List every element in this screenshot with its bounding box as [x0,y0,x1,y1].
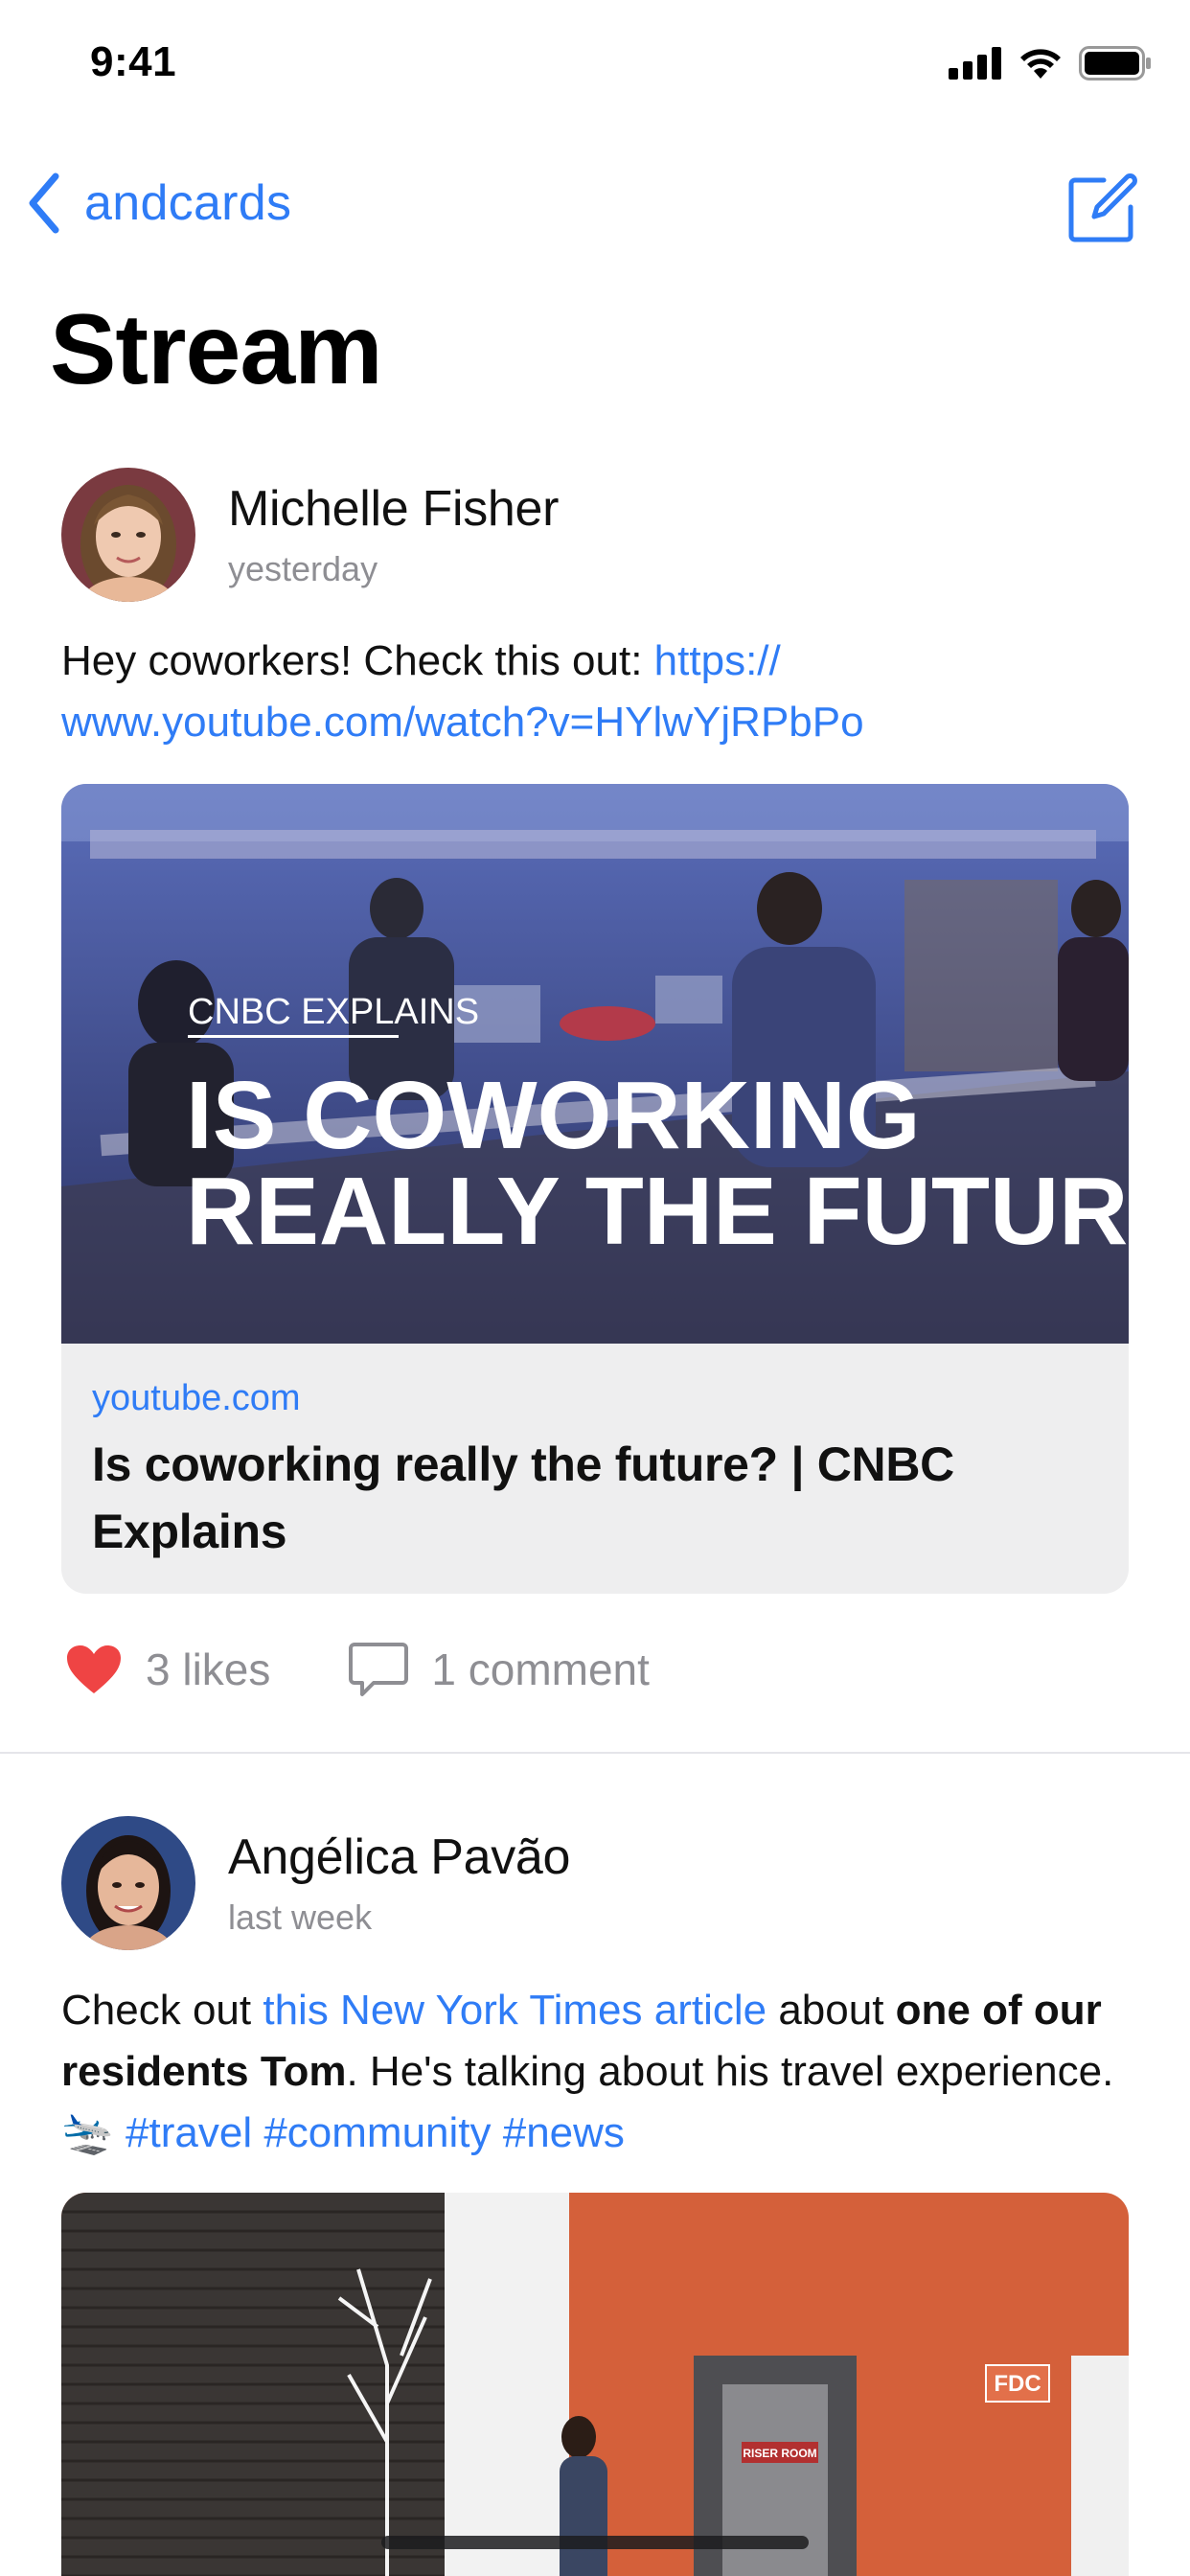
comment-button[interactable]: 1 comment [349,1641,650,1698]
page-title: Stream [50,294,383,405]
likes-count: 3 likes [146,1644,271,1694]
video-thumbnail: CNBC EXPLAINS IS COWORKING REALLY THE FU… [61,784,1129,1344]
back-button[interactable]: andcards [25,172,291,234]
hashtags[interactable]: #travel #community #news [126,2109,625,2156]
thumbnail-headline-1: IS COWORKING [186,1062,921,1169]
post-text: Check out this New York Times article ab… [61,1980,1134,2164]
post-link-cont[interactable]: www.youtube.com/watch?v=HYlwYjRPbPo [61,699,864,746]
back-label: andcards [84,175,292,231]
compose-icon[interactable] [1065,172,1138,245]
article-link[interactable]: this New York Times article [263,1987,767,2034]
comment-icon [349,1643,409,1696]
author-name[interactable]: Michelle Fisher [228,480,559,538]
like-button[interactable]: 3 likes [65,1644,270,1695]
post-text-prefix: Hey coworkers! Check this out: [61,637,654,684]
post-photo[interactable]: RISER ROOM FDC [61,2193,1129,2576]
post-link[interactable]: https:// [654,637,781,684]
post-text-part: about [767,1987,896,2034]
author-name[interactable]: Angélica Pavão [228,1828,570,1886]
thumbnail-kicker: CNBC EXPLAINS [188,992,479,1032]
post-time: last week [228,1898,373,1937]
signal-icon [949,47,1001,80]
post-text: Hey coworkers! Check this out: https:// … [61,631,1134,753]
building-photo: RISER ROOM FDC [61,2193,1129,2576]
avatar[interactable] [61,468,195,602]
link-preview-image[interactable]: CNBC EXPLAINS IS COWORKING REALLY THE FU… [61,784,1129,1344]
link-preview-meta: youtube.com Is coworking really the futu… [61,1344,1129,1594]
post-divider [0,1752,1190,1754]
avatar[interactable] [61,1816,195,1950]
status-icons [949,46,1152,80]
heart-icon [67,1645,121,1693]
author-block: Michelle Fisher yesterday [228,480,559,589]
post-text-part: . He's talking about his travel experien… [346,2048,1114,2095]
link-preview-domain: youtube.com [92,1378,301,1418]
status-bar: 9:41 [0,0,1190,134]
nav-bar: andcards [0,165,1190,261]
building-sign: FDC [994,2371,1041,2397]
link-preview-title: Is coworking really the future? | CNBC E… [92,1438,954,1558]
thumbnail-headline-2: REALLY THE FUTURE? [186,1158,1129,1265]
link-preview-card[interactable]: CNBC EXPLAINS IS COWORKING REALLY THE FU… [61,784,1129,1594]
post-text-part: Check out [61,1987,263,2034]
airplane-emoji: 🛬 [61,2109,114,2156]
battery-icon [1079,46,1151,80]
home-indicator[interactable] [381,2536,809,2549]
app-screen: 9:41 andcards Stream Michelle Fisher yes… [0,0,1190,2576]
status-time: 9:41 [90,38,177,85]
post-actions: 3 likes 1 comment [65,1641,650,1698]
chevron-left-icon [29,172,59,234]
door-sign: RISER ROOM [743,2447,816,2460]
post-header: Angélica Pavão last week [61,1816,570,1950]
author-block: Angélica Pavão last week [228,1828,570,1938]
post-time: yesterday [228,549,378,588]
post-header: Michelle Fisher yesterday [61,468,559,602]
comments-count: 1 comment [431,1644,650,1694]
wifi-icon [1020,49,1061,79]
